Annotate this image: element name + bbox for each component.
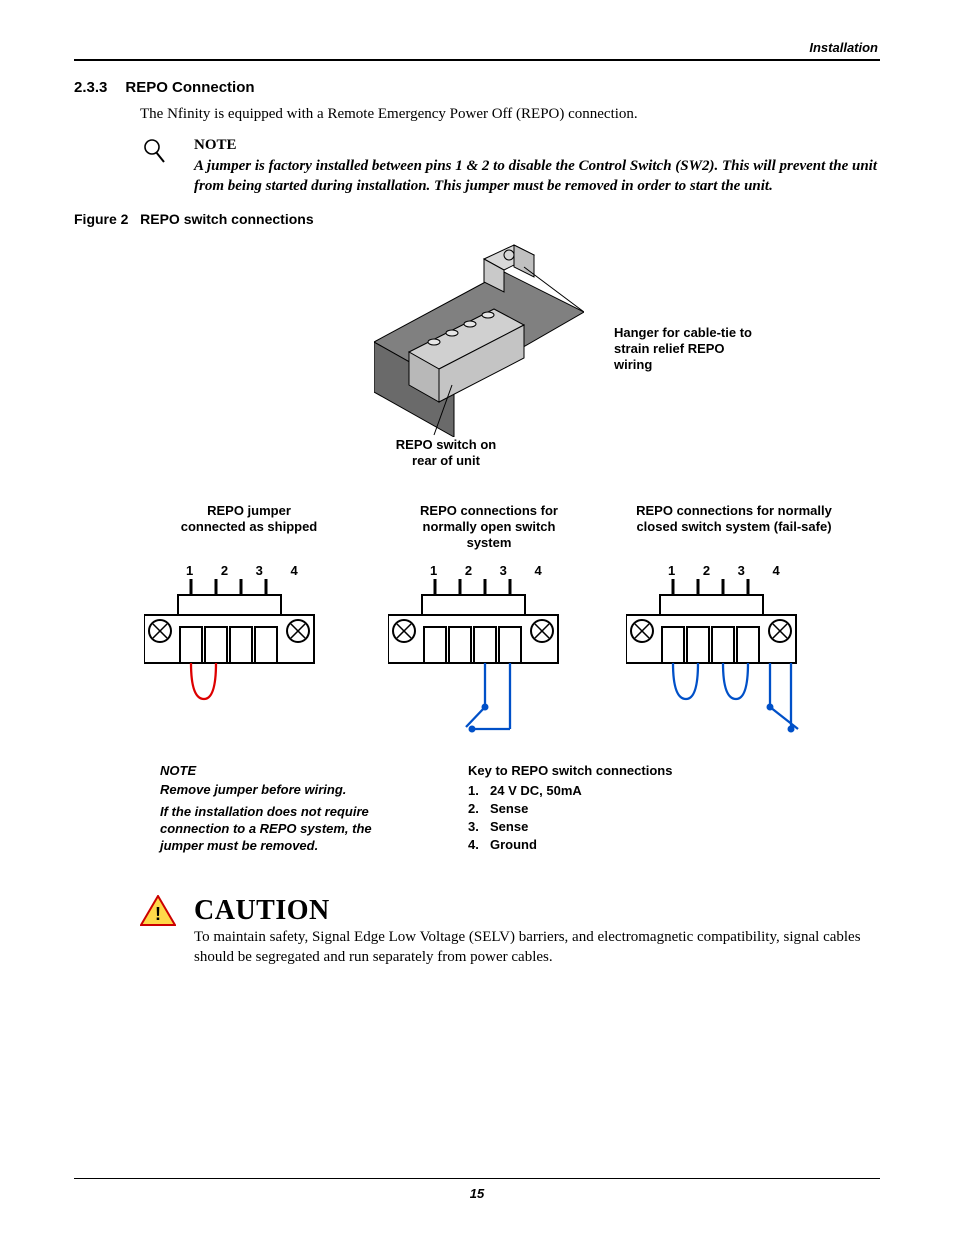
figure-number: Figure 2 xyxy=(74,211,128,227)
figure-title: REPO switch connections xyxy=(140,211,313,227)
caution-title: CAUTION xyxy=(194,895,880,927)
key-item: 1.24 V DC, 50mA xyxy=(468,782,768,800)
figure-area: Hanger for cable-tie to strain relief RE… xyxy=(74,237,880,887)
section-heading: 2.3.3 REPO Connection xyxy=(74,79,880,96)
figure-caption: Figure 2 REPO switch connections xyxy=(74,211,880,227)
magnifier-icon xyxy=(140,137,170,197)
key-block: Key to REPO switch connections 1.24 V DC… xyxy=(468,763,768,855)
col1-pins: 1 2 3 4 xyxy=(186,563,310,579)
repo-switch-illustration xyxy=(374,237,584,437)
section-number: 2.3.3 xyxy=(74,79,107,96)
key-list: 1.24 V DC, 50mA 2.Sense 3.Sense 4.Ground xyxy=(468,782,768,855)
caution-text: To maintain safety, Signal Edge Low Volt… xyxy=(194,927,880,968)
key-item: 4.Ground xyxy=(468,836,768,854)
col3-pins: 1 2 3 4 xyxy=(668,563,792,579)
col2-diagram xyxy=(388,579,598,739)
section-title: REPO Connection xyxy=(125,79,254,96)
warning-icon: ! xyxy=(140,895,176,968)
svg-text:!: ! xyxy=(155,904,161,924)
col1-diagram xyxy=(144,579,354,739)
intro-text: The Nfinity is equipped with a Remote Em… xyxy=(140,106,880,123)
note-block: NOTE A jumper is factory installed betwe… xyxy=(140,137,880,197)
switch-callout: REPO switch on rear of unit xyxy=(386,437,506,470)
note-title: NOTE xyxy=(194,137,880,154)
col1-title: REPO jumper connected as shipped xyxy=(179,503,319,536)
hanger-callout: Hanger for cable-tie to strain relief RE… xyxy=(614,325,764,374)
running-header: Installation xyxy=(74,40,880,59)
col3-diagram xyxy=(626,579,856,739)
panel-note-title: NOTE xyxy=(160,763,380,778)
page-number: 15 xyxy=(0,1186,954,1201)
footer-rule xyxy=(74,1178,880,1179)
col3-title: REPO connections for normally closed swi… xyxy=(624,503,844,536)
col2-pins: 1 2 3 4 xyxy=(430,563,554,579)
panel-note: NOTE Remove jumper before wiring. If the… xyxy=(160,763,380,856)
key-item: 3.Sense xyxy=(468,818,768,836)
col2-title: REPO connections for normally open switc… xyxy=(404,503,574,552)
key-title: Key to REPO switch connections xyxy=(468,763,768,778)
panel-note-line1: Remove jumper before wiring. xyxy=(160,782,380,799)
key-item: 2.Sense xyxy=(468,800,768,818)
panel-note-line2: If the installation does not require con… xyxy=(160,804,380,855)
note-text: A jumper is factory installed between pi… xyxy=(194,156,880,197)
caution-block: ! CAUTION To maintain safety, Signal Edg… xyxy=(140,895,880,968)
header-rule xyxy=(74,59,880,61)
